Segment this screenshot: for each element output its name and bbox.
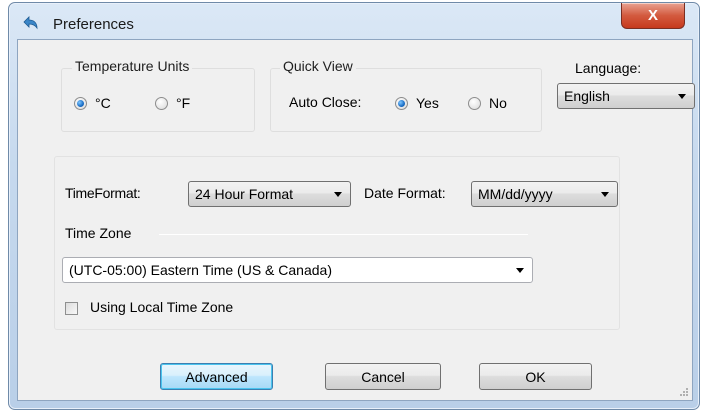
close-button[interactable]: X: [621, 3, 685, 29]
local-time-zone-label: Using Local Time Zone: [90, 299, 234, 315]
auto-close-label: Auto Close:: [289, 94, 362, 110]
date-format-select[interactable]: MM/dd/yyyy: [471, 181, 618, 207]
resize-grip-icon[interactable]: [677, 385, 689, 397]
radio-celsius-label: °C: [95, 95, 111, 111]
chevron-down-icon: [516, 267, 524, 273]
radio-fahrenheit-label: °F: [176, 95, 191, 111]
preferences-window: Preferences X Temperature Units °C °F Qu…: [8, 2, 700, 410]
language-value: English: [564, 88, 610, 104]
window-title: Preferences: [53, 16, 134, 33]
date-format-value: MM/dd/yyyy: [478, 186, 553, 202]
dialog-body: Temperature Units °C °F Quick View Auto …: [17, 39, 695, 401]
temperature-units-legend: Temperature Units: [72, 58, 193, 74]
chevron-down-icon: [601, 191, 609, 197]
chevron-down-icon: [334, 191, 342, 197]
time-zone-value: (UTC-05:00) Eastern Time (US & Canada): [69, 262, 332, 278]
radio-yes-label: Yes: [416, 95, 439, 111]
radio-celsius-indicator: [74, 96, 87, 110]
cancel-button[interactable]: Cancel: [325, 363, 441, 390]
chevron-down-icon: [678, 93, 686, 99]
local-time-zone-checkbox[interactable]: [65, 302, 78, 315]
time-format-select[interactable]: 24 Hour Format: [188, 181, 351, 207]
quick-view-legend: Quick View: [280, 58, 356, 74]
radio-fahrenheit[interactable]: °F: [155, 95, 190, 111]
language-select[interactable]: English: [557, 83, 695, 109]
time-zone-label: Time Zone: [65, 225, 132, 241]
date-format-label: Date Format:: [364, 185, 446, 201]
back-arrow-icon: [23, 16, 38, 30]
ok-button[interactable]: OK: [479, 363, 592, 390]
advanced-button[interactable]: Advanced: [160, 363, 273, 390]
time-format-value: 24 Hour Format: [195, 186, 294, 202]
radio-no-indicator: [468, 96, 481, 110]
time-zone-divider: [159, 234, 528, 235]
time-zone-select[interactable]: (UTC-05:00) Eastern Time (US & Canada): [62, 257, 533, 283]
radio-auto-close-yes[interactable]: Yes: [395, 95, 439, 111]
time-format-label: TimeFormat:: [65, 185, 141, 201]
radio-fahrenheit-indicator: [155, 96, 168, 110]
radio-no-label: No: [489, 95, 507, 111]
title-bar[interactable]: Preferences X: [9, 3, 699, 37]
language-label: Language:: [575, 60, 642, 76]
close-icon: X: [647, 7, 658, 24]
radio-auto-close-no[interactable]: No: [468, 95, 507, 111]
radio-celsius[interactable]: °C: [74, 95, 111, 111]
radio-yes-indicator: [395, 96, 408, 110]
